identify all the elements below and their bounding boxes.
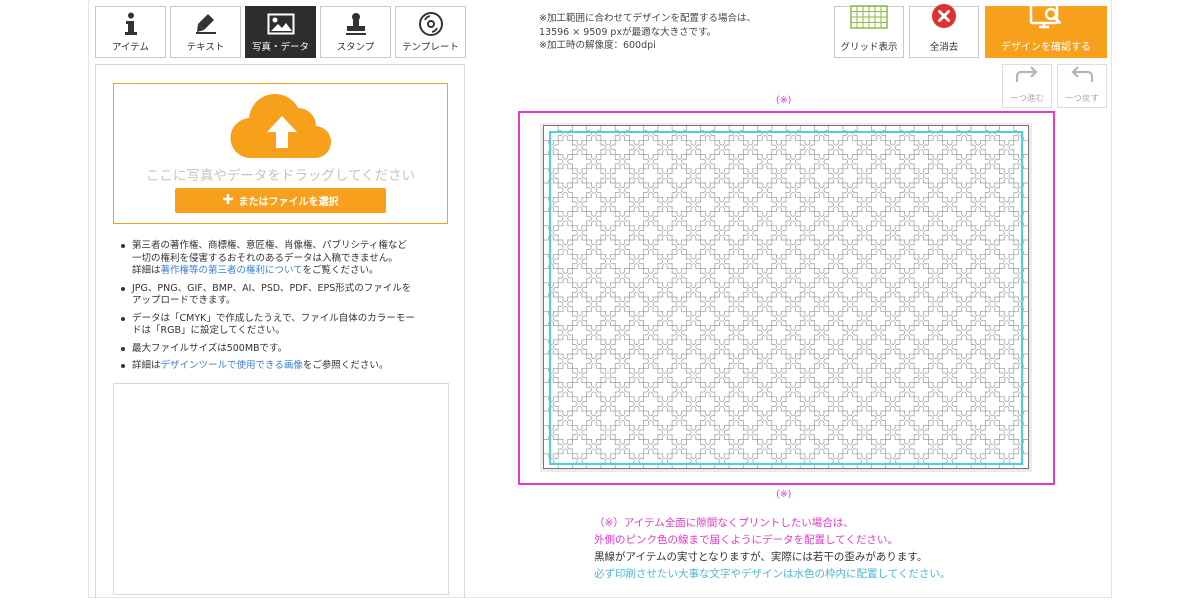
- design-tool: アイテム テキスト 写真・データ スタンプ テンプレート ※加工範囲に合わせてデ…: [88, 0, 1112, 598]
- note-text: 一切の権利を侵害するおそれのあるデータは入稿できません。: [132, 252, 398, 264]
- tab-item[interactable]: アイテム: [95, 6, 166, 58]
- select-file-label: またはファイルを選択: [238, 197, 339, 208]
- list-item: 最大ファイルサイズは500MBです。: [118, 343, 458, 356]
- select-file-button[interactable]: またはファイルを選択: [175, 188, 386, 213]
- list-item: 詳細はデザインツールで使用できる画像をご参照ください。: [118, 360, 458, 373]
- caption-line: （※）アイテム全面に隙間なくプリントしたい場合は、: [594, 517, 854, 529]
- tab-label: テキスト: [186, 42, 225, 53]
- photo-data-panel: ここに写真やデータをドラッグしてください またはファイルを選択 第三者の著作権、…: [95, 64, 465, 598]
- caption-line: 外側のピンク色の線まで届くようにデータを配置してください。: [594, 534, 898, 546]
- list-item: JPG、PNG、GIF、BMP、AI、PSD、PDF、EPS形式のファイルを ア…: [118, 283, 458, 308]
- note-text: ドは「RGB」に設定してください。: [132, 325, 285, 336]
- clear-all-label: 全消去: [929, 42, 959, 53]
- tab-photo-data[interactable]: 写真・データ: [245, 6, 316, 58]
- image-icon: [267, 9, 295, 39]
- list-item: データは「CMYK」で作成したうえで、ファイル自体のカラーモー ドは「RGB」に…: [118, 313, 458, 338]
- note-text: 第三者の著作権、商標権、意匠権、肖像権、パブリシティ権など: [132, 240, 407, 251]
- close-circle-icon: [931, 3, 957, 33]
- undo-button[interactable]: 一つ戻す: [1057, 64, 1107, 108]
- tab-label: アイテム: [111, 42, 150, 53]
- notice-line: ※加工時の解像度：600dpi: [539, 40, 656, 51]
- info-icon: [124, 9, 138, 39]
- tab-label: テンプレート: [402, 42, 459, 53]
- confirm-design-button[interactable]: デザインを確認する: [985, 3, 1107, 58]
- size-notice: ※加工範囲に合わせてデザインを配置する場合は、 13596 × 9509 pxが…: [539, 12, 756, 53]
- preview-monitor-icon: [1029, 3, 1063, 33]
- notice-line: 13596 × 9509 pxが最適な大きさです。: [539, 26, 717, 38]
- bleed-mark-bottom: (※): [776, 489, 792, 500]
- upload-notes: 第三者の著作権、商標権、意匠権、肖像権、パブリシティ権など 一切の権利を侵害する…: [118, 240, 458, 378]
- grid-icon: [850, 5, 888, 33]
- note-text: をご覧ください。: [302, 265, 379, 276]
- safe-area-frame: [549, 131, 1023, 465]
- stamp-icon: [344, 9, 368, 39]
- upload-dropzone[interactable]: ここに写真やデータをドラッグしてください またはファイルを選択: [113, 83, 448, 224]
- notice-line: ※加工範囲に合わせてデザインを配置する場合は、: [539, 13, 756, 24]
- plus-icon: [222, 194, 233, 207]
- template-icon: [418, 9, 444, 39]
- note-text: アップロードできます。: [132, 295, 236, 306]
- clear-all-button[interactable]: 全消去: [909, 3, 979, 58]
- note-text: をご参照ください。: [302, 360, 389, 371]
- tab-label: スタンプ: [336, 42, 375, 53]
- tab-stamp[interactable]: スタンプ: [320, 6, 391, 58]
- drag-instruction: ここに写真やデータをドラッグしてください: [145, 168, 416, 184]
- cloud-upload-icon: [230, 93, 334, 164]
- note-text: 最大ファイルサイズは500MBです。: [132, 342, 288, 354]
- canvas-caption: （※）アイテム全面に隙間なくプリントしたい場合は、 外側のピンク色の線まで届くよ…: [594, 515, 950, 583]
- tab-label: 写真・データ: [251, 42, 309, 53]
- grid-toggle-label: グリッド表示: [840, 42, 898, 53]
- redo-icon: [1013, 65, 1041, 89]
- list-item: 第三者の著作権、商標権、意匠権、肖像権、パブリシティ権など 一切の権利を侵害する…: [118, 240, 458, 278]
- tab-template[interactable]: テンプレート: [395, 6, 466, 58]
- usable-images-link[interactable]: デザインツールで使用できる画像: [161, 360, 303, 371]
- caption-line: 必ず印刷させたい大事な文字やデザインは水色の枠内に配置してください。: [594, 568, 951, 580]
- caption-line: 黒線がアイテムの実寸となりますが、実際には若干の歪みがあります。: [594, 551, 928, 563]
- grid-toggle-button[interactable]: グリッド表示: [834, 5, 904, 58]
- undo-icon: [1068, 65, 1096, 89]
- uploaded-images-area[interactable]: [113, 383, 449, 595]
- tab-text[interactable]: テキスト: [170, 6, 241, 58]
- tool-tabs: アイテム テキスト 写真・データ スタンプ テンプレート: [95, 6, 466, 58]
- bleed-mark-top: (※): [776, 95, 792, 106]
- note-text: 詳細は: [132, 265, 161, 276]
- note-text: データは「CMYK」で作成したうえで、ファイル自体のカラーモー: [132, 312, 415, 324]
- redo-button[interactable]: 一つ進む: [1002, 64, 1052, 108]
- copyright-info-link[interactable]: 著作権等の第三者の権利について: [161, 265, 303, 276]
- undo-label: 一つ戻す: [1064, 94, 1099, 104]
- note-text: JPG、PNG、GIF、BMP、AI、PSD、PDF、EPS形式のファイルを: [132, 282, 412, 294]
- note-text: 詳細は: [132, 360, 161, 371]
- pen-icon: [193, 9, 219, 39]
- confirm-design-label: デザインを確認する: [1001, 42, 1091, 53]
- redo-label: 一つ進む: [1009, 94, 1044, 104]
